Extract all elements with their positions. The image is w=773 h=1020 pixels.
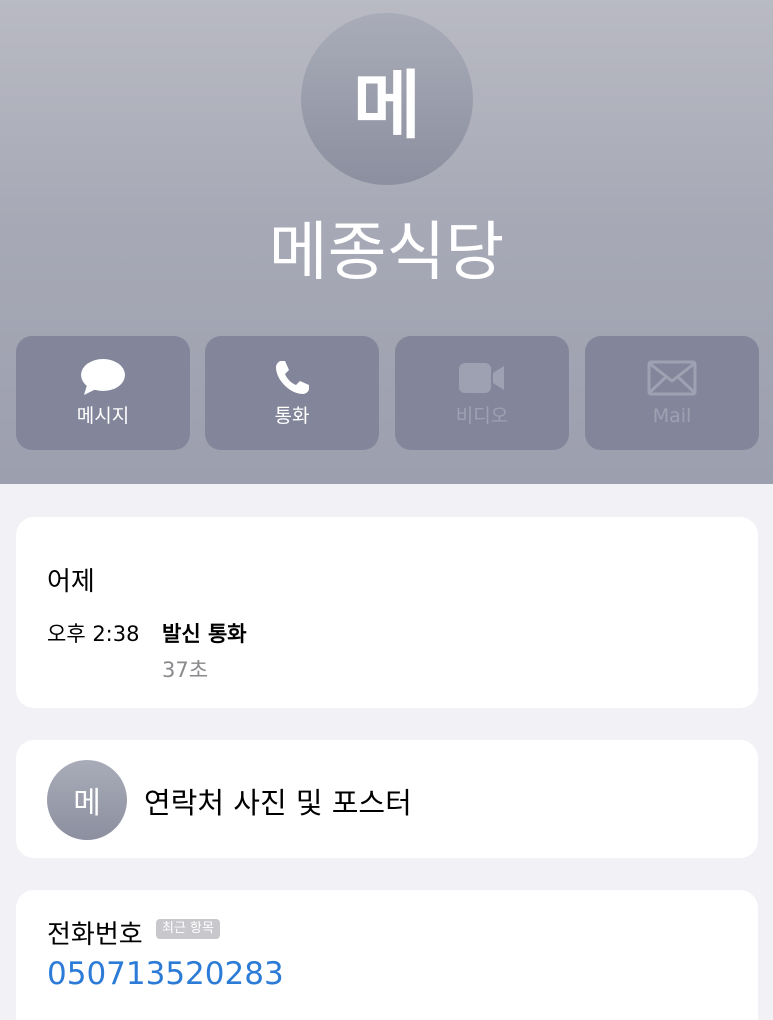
contact-name: 메종식당 [268, 216, 505, 290]
call-day: 어제 [47, 567, 95, 597]
avatar-initial: 메 [352, 62, 422, 149]
mail-envelope-icon [647, 358, 697, 398]
phone-number-card: 전화번호 최근 항목 050713520283 [16, 890, 758, 1020]
photo-poster-label: 연락처 사진 및 포스터 [144, 786, 412, 820]
small-avatar-initial: 메 [73, 786, 101, 821]
mail-button-label: Mail [652, 405, 692, 427]
video-button-label: 비디오 [455, 405, 509, 427]
call-time: 오후 2:38 [47, 622, 140, 646]
phone-number-link[interactable]: 050713520283 [47, 956, 284, 992]
call-button[interactable]: 통화 [205, 336, 379, 450]
video-button[interactable]: 비디오 [395, 336, 569, 450]
call-duration: 37초 [162, 658, 209, 682]
recent-call-card: 어제 오후 2:38 발신 통화 37초 [16, 517, 758, 708]
contact-header: 메 메종식당 메시지 통화 비디오 Mail [0, 0, 773, 484]
contact-photo-poster-row[interactable]: 메 연락처 사진 및 포스터 [16, 740, 758, 858]
message-bubble-icon [79, 358, 127, 398]
message-button[interactable]: 메시지 [16, 336, 190, 450]
small-avatar: 메 [47, 760, 127, 840]
phone-icon [272, 358, 312, 398]
video-camera-icon [457, 358, 507, 398]
call-type: 발신 통화 [162, 622, 247, 646]
phone-label: 전화번호 [47, 920, 143, 950]
recent-badge: 최근 항목 [156, 919, 220, 939]
call-button-label: 통화 [274, 405, 310, 427]
mail-button[interactable]: Mail [585, 336, 759, 450]
contact-avatar: 메 [301, 13, 473, 185]
message-button-label: 메시지 [76, 405, 130, 427]
